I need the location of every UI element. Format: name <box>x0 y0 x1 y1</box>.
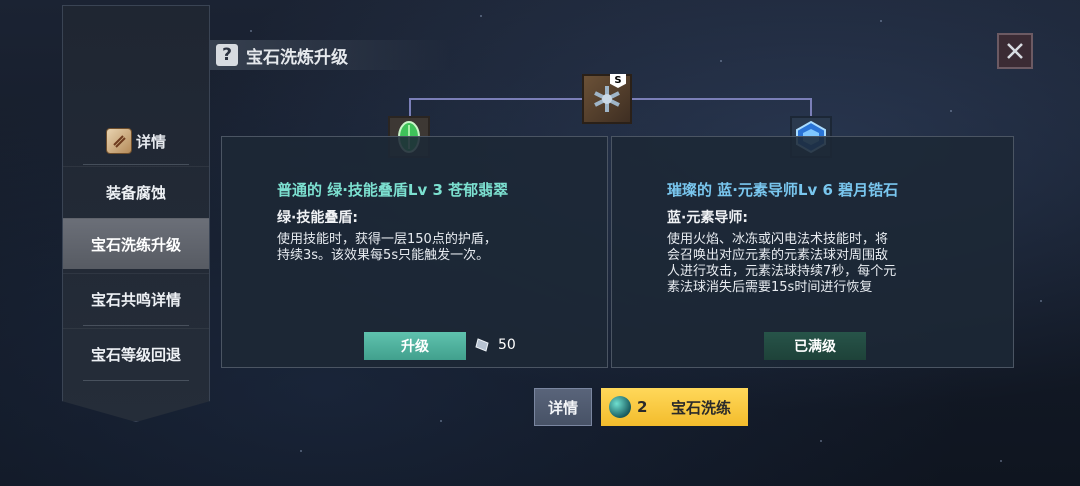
gem-description: 使用技能时，获得一层150点的护盾， 持续3s。该效果每5s只能触发一次。 <box>277 232 497 264</box>
divider <box>83 325 189 326</box>
gem-name: 普通的 绿·技能叠盾Lv 3 苍郁翡翠 <box>277 181 509 199</box>
gem-name: 璀璨的 蓝·元素导师Lv 6 碧月锆石 <box>667 181 899 199</box>
menu-item-label: 宝石洗练升级 <box>90 235 181 254</box>
description-line: 会召唤出对应元素的元素法球对周围敌 <box>667 248 889 263</box>
crystal-icon <box>475 338 489 352</box>
connector-line <box>409 98 411 118</box>
gem-description: 使用火焰、冰冻或闪电法术技能时，将 会召唤出对应元素的元素法球对周围敌 人进行攻… <box>667 232 896 296</box>
side-menu-header[interactable]: 详情 <box>63 121 209 161</box>
menu-item-gem-refine-upgrade[interactable]: 宝石洗练升级 <box>63 218 209 269</box>
gem-refine-button[interactable]: 2 宝石洗练 <box>601 388 748 426</box>
cost-value: 50 <box>498 337 516 353</box>
menu-item-gem-resonance[interactable]: 宝石共鸣详情 <box>63 273 209 324</box>
divider <box>83 380 189 381</box>
side-menu-header-label: 详情 <box>135 132 166 151</box>
max-level-button: 已满级 <box>764 332 866 360</box>
page-title: 宝石洗炼升级 <box>246 47 348 68</box>
refine-stone-count: 2 <box>637 398 648 416</box>
gem-skill-title: 蓝·元素导师: <box>667 210 748 226</box>
description-line: 使用技能时，获得一层150点的护盾， <box>277 232 497 247</box>
side-menu: 详情 装备腐蚀 宝石洗练升级 宝石共鸣详情 宝石等级回退 <box>62 5 210 422</box>
left-gem-panel: 普通的 绿·技能叠盾Lv 3 苍郁翡翠 绿·技能叠盾: 使用技能时，获得一层15… <box>221 136 608 368</box>
description-line: 人进行攻击，元素法球持续7秒，每个元 <box>667 264 897 279</box>
source-gem-slot[interactable]: S <box>582 74 632 124</box>
help-icon[interactable]: ? <box>216 44 238 66</box>
menu-item-label: 宝石等级回退 <box>90 345 181 364</box>
menu-item-equipment-corrosion[interactable]: 装备腐蚀 <box>63 166 209 217</box>
close-icon <box>1007 43 1023 59</box>
refine-button-label: 宝石洗练 <box>671 398 732 417</box>
divider <box>83 164 189 165</box>
refine-stone-icon <box>609 396 631 418</box>
description-line: 持续3s。该效果每5s只能触发一次。 <box>277 248 490 263</box>
menu-item-label: 宝石共鸣详情 <box>90 290 181 309</box>
description-line: 素法球消失后需要15s时间进行恢复 <box>667 280 873 295</box>
menu-item-gem-level-rollback[interactable]: 宝石等级回退 <box>63 328 209 379</box>
page-title-bar: ? 宝石洗炼升级 <box>210 40 450 70</box>
menu-item-label: 装备腐蚀 <box>105 183 166 202</box>
scroll-icon <box>105 128 132 154</box>
description-line: 使用火焰、冰冻或闪电法术技能时，将 <box>667 232 889 247</box>
upgrade-button[interactable]: 升级 <box>364 332 466 360</box>
right-gem-panel: 璀璨的 蓝·元素导师Lv 6 碧月锆石 蓝·元素导师: 使用火焰、冰冻或闪电法术… <box>611 136 1014 368</box>
detail-button[interactable]: 详情 <box>534 388 592 426</box>
upgrade-cost: 50 <box>474 337 516 353</box>
gem-skill-title: 绿·技能叠盾: <box>277 210 358 226</box>
close-button[interactable] <box>997 33 1033 69</box>
connector-line <box>810 98 812 118</box>
